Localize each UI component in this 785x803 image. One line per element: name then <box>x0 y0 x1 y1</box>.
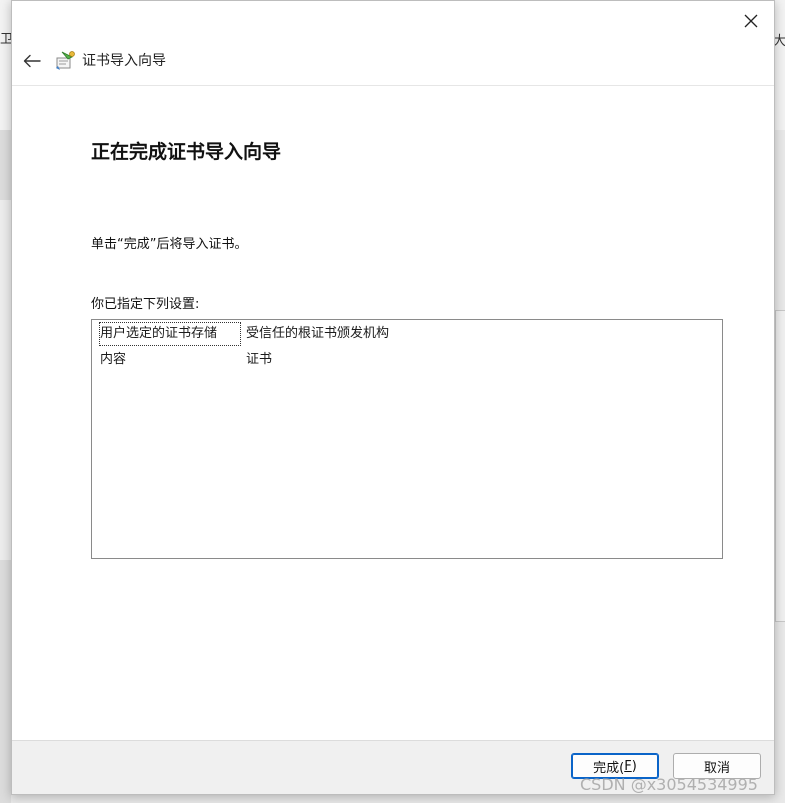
setting-key: 内容 <box>100 352 127 367</box>
page-title: 正在完成证书导入向导 <box>91 141 282 163</box>
settings-list[interactable]: 用户选定的证书存储 受信任的根证书颁发机构 内容 证书 <box>91 319 723 559</box>
close-icon <box>744 14 758 28</box>
certificate-import-wizard-dialog: 证书导入向导 正在完成证书导入向导 单击“完成”后将导入证书。 你已指定下列设置… <box>11 0 775 795</box>
finish-label: 完成( <box>593 760 625 776</box>
finish-suffix: ) <box>631 758 637 774</box>
background-right-panel <box>775 310 785 622</box>
back-arrow-icon <box>23 54 41 68</box>
back-button[interactable] <box>18 48 46 74</box>
finish-mnemonic: F <box>624 758 632 774</box>
watermark: CSDN @x3054534995 <box>580 775 758 794</box>
setting-value: 受信任的根证书颁发机构 <box>246 326 390 341</box>
wizard-header-title: 证书导入向导 <box>82 53 166 69</box>
settings-label: 你已指定下列设置: <box>91 297 200 312</box>
description-text: 单击“完成”后将导入证书。 <box>91 237 248 252</box>
setting-key: 用户选定的证书存储 <box>99 322 241 346</box>
setting-value: 证书 <box>246 352 273 367</box>
wizard-header: 证书导入向导 <box>12 39 774 86</box>
certificate-wizard-icon <box>56 51 75 70</box>
close-button[interactable] <box>736 7 766 35</box>
